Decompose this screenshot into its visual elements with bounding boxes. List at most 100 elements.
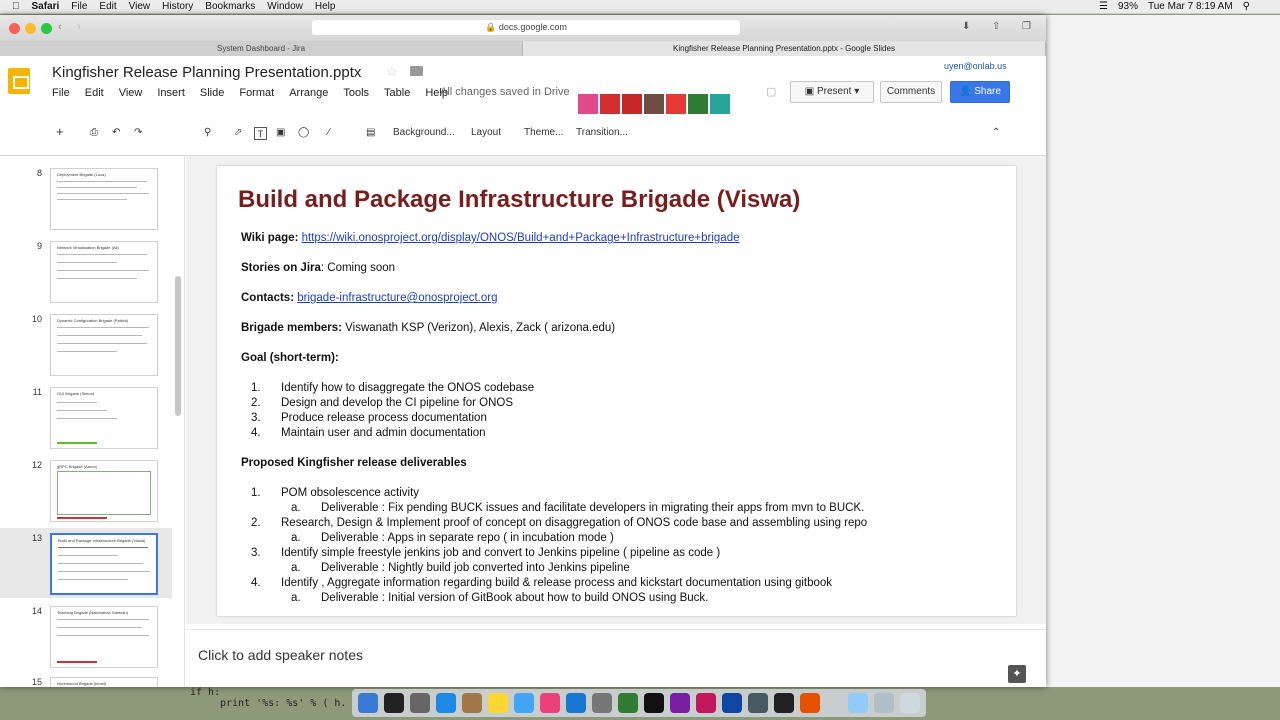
search-icon[interactable]: ⚲ [1243,1,1250,12]
avatar[interactable] [710,94,730,116]
share-button[interactable]: 👤 Share [950,81,1010,103]
system-preferences-icon[interactable] [592,693,612,713]
wifi-icon[interactable]: ☰ [1099,1,1108,12]
slide-thumbnail-9[interactable]: Network Virtualization Brigade (Ali) [50,241,158,303]
console-icon[interactable] [774,693,794,713]
address-bar[interactable]: 🔒 docs.google.com [312,20,740,35]
slide-thumbnail-11[interactable]: GUI Brigade (Simon) [50,387,158,449]
downloads-icon[interactable]: ⬇ [962,21,970,32]
slide-thumbnail-15[interactable]: Northbound Brigade (Ilmail) [50,677,158,687]
folder-icon[interactable] [410,66,423,76]
virtualbox-icon[interactable] [748,693,768,713]
finder-icon[interactable] [358,693,378,713]
transition-button[interactable]: Transition... [576,127,628,138]
undo-icon[interactable]: ↶ [112,127,120,138]
menubar-bookmarks[interactable]: Bookmarks [205,1,255,12]
theme-button[interactable]: Theme... [524,127,563,138]
avatar[interactable] [600,94,620,116]
slide-canvas[interactable]: Build and Package Infrastructure Brigade… [217,166,1016,616]
slide-title[interactable]: Build and Package Infrastructure Brigade… [238,186,800,214]
avatar[interactable] [688,94,708,116]
image-icon[interactable]: ▣ [276,127,285,138]
share-sheet-icon[interactable]: ⇧ [992,21,1000,32]
minimize-icon[interactable] [25,23,36,34]
line-icon[interactable]: ∕ [328,127,330,138]
gotomeeting-icon[interactable] [800,693,820,713]
speaker-notes-panel[interactable]: Click to add speaker notes ✦ [186,629,1046,687]
messages-icon[interactable] [514,693,534,713]
music-icon[interactable] [540,693,560,713]
menubar-window[interactable]: Window [267,1,303,12]
layout-button[interactable]: Layout [471,127,501,138]
tab-slides[interactable]: Kingfisher Release Planning Presentation… [523,41,1046,56]
menubar-view[interactable]: View [129,1,151,12]
forward-icon[interactable]: › [77,21,81,33]
comments-button[interactable]: Comments [880,81,942,103]
onenote-icon[interactable] [670,693,690,713]
slide-thumbnail-13[interactable]: Build and Package Infrastructure Brigade… [50,533,158,595]
document-title[interactable]: Kingfisher Release Planning Presentation… [52,64,361,81]
menu-file[interactable]: File [52,87,70,99]
launchpad-icon[interactable] [410,693,430,713]
spreadsheet-icon[interactable] [618,693,638,713]
background-button[interactable]: Background... [393,127,455,138]
slide-thumbnail-10[interactable]: Dynamic Configuration Brigade (Patrick) [50,314,158,376]
menubar-file[interactable]: File [71,1,87,12]
apple-icon[interactable]:  [12,1,20,12]
shape-icon[interactable]: ◯ [298,127,309,138]
avatar[interactable] [622,94,642,116]
siri-icon[interactable] [384,693,404,713]
present-button[interactable]: ▣ Present ▾ [790,81,874,103]
menubar-history[interactable]: History [162,1,193,12]
menu-format[interactable]: Format [239,87,274,99]
print-icon[interactable]: ⎙ [90,127,98,138]
xcode-icon[interactable] [722,693,742,713]
avatar[interactable] [644,94,664,116]
documents-stack-icon[interactable] [874,693,894,713]
terminal-icon[interactable] [644,693,664,713]
menubar-edit[interactable]: Edit [99,1,116,12]
tab-jira[interactable]: System Dashboard - Jira [0,41,523,56]
new-slide-icon[interactable]: + [56,124,64,139]
menu-tools[interactable]: Tools [343,87,369,99]
back-icon[interactable]: ‹ [58,21,62,33]
menu-slide[interactable]: Slide [200,87,224,99]
collapse-icon[interactable]: ⌃ [992,127,1000,138]
close-icon[interactable] [9,23,20,34]
menu-insert[interactable]: Insert [157,87,185,99]
textbox-icon[interactable]: T [254,127,267,140]
notes-icon[interactable] [488,693,508,713]
contacts-icon[interactable] [462,693,482,713]
select-cursor-icon[interactable]: ⬀ [234,127,242,138]
chat-icon[interactable]: ▢ [766,85,776,98]
user-account[interactable]: uyen@onlab.us [944,61,1007,71]
intellij-icon[interactable] [696,693,716,713]
app-store-icon[interactable] [566,693,586,713]
trash-icon[interactable] [900,693,920,713]
zoom-icon-tool[interactable]: ⚲ [204,127,211,138]
menubar-help[interactable]: Help [315,1,336,12]
menu-edit[interactable]: Edit [85,87,104,99]
avatar[interactable] [578,94,598,116]
explore-icon[interactable]: ✦ [1008,665,1026,683]
menu-arrange[interactable]: Arrange [289,87,328,99]
redo-icon[interactable]: ↷ [134,127,142,138]
slide-thumbnail-8[interactable]: Deployment Brigade (Luca) [50,168,158,230]
star-icon[interactable]: ☆ [386,64,398,80]
contacts-link[interactable]: brigade-infrastructure@onosproject.org [297,292,497,304]
slides-logo-icon[interactable] [8,68,30,94]
menubar-app[interactable]: Safari [32,1,60,12]
clock[interactable]: Tue Mar 7 8:19 AM [1148,1,1233,12]
battery-level[interactable]: 93% [1118,1,1138,12]
menu-view[interactable]: View [119,87,143,99]
zoom-icon[interactable] [41,23,52,34]
avatar[interactable] [666,94,686,116]
filmstrip-scrollbar[interactable] [175,276,181,416]
slide-thumbnail-14[interactable]: Teaching Brigade (Natchuthan Santosh) [50,606,158,668]
safari-icon[interactable] [436,693,456,713]
wiki-link[interactable]: https://wiki.onosproject.org/display/ONO… [302,232,740,244]
tabs-overview-icon[interactable]: ❐ [1022,21,1031,32]
slide-thumbnail-12[interactable]: gRPC Brigade (Aaron) [50,460,158,522]
speaker-notes-placeholder[interactable]: Click to add speaker notes [198,647,363,663]
menu-table[interactable]: Table [384,87,410,99]
